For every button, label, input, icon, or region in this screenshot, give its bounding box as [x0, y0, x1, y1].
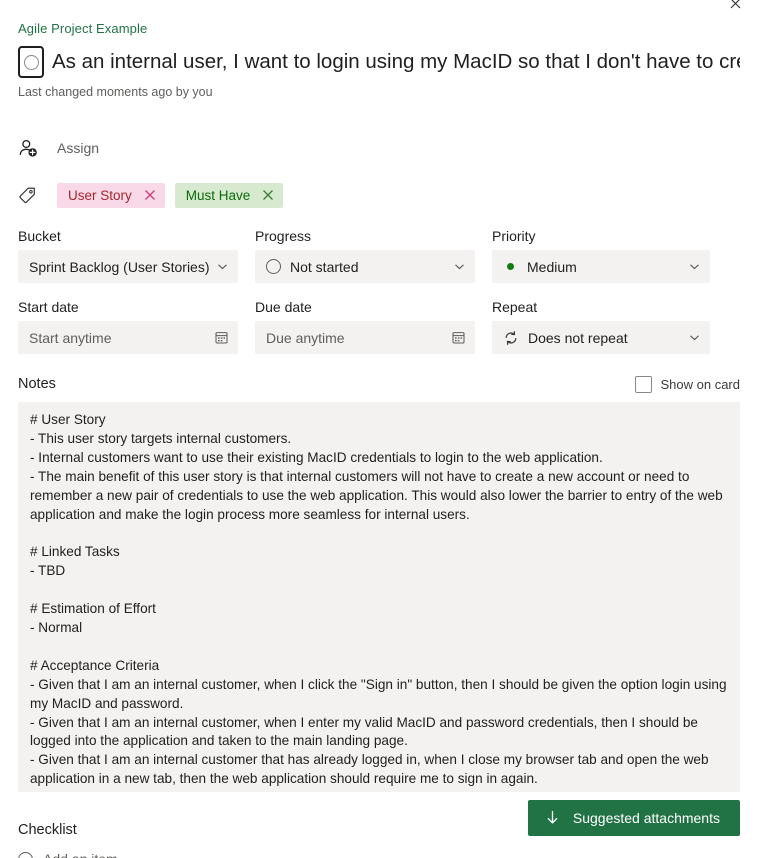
- person-add-icon: [18, 138, 48, 159]
- priority-value: Medium: [527, 258, 577, 275]
- chevron-down-icon: [453, 260, 466, 273]
- labels-row: User Story Must Have: [18, 182, 740, 208]
- notes-header: Notes Show on card: [18, 374, 740, 394]
- bucket-label: Bucket: [18, 228, 61, 244]
- start-date-input[interactable]: Start anytime: [18, 321, 238, 354]
- label-chips: User Story Must Have: [57, 182, 284, 208]
- priority-dot-icon: [503, 263, 518, 270]
- notes-textarea[interactable]: # User Story - This user story targets i…: [18, 402, 740, 792]
- chevron-down-icon: [688, 331, 701, 344]
- priority-dropdown[interactable]: Medium: [492, 250, 710, 283]
- calendar-icon[interactable]: [214, 330, 229, 345]
- last-changed-text: Last changed moments ago by you: [18, 85, 213, 99]
- bucket-value: Sprint Backlog (User Stories): [29, 258, 210, 275]
- repeat-icon: [503, 330, 519, 346]
- notes-title: Notes: [18, 376, 56, 392]
- label-chip-text: User Story: [68, 187, 132, 203]
- due-date-input[interactable]: Due anytime: [255, 321, 475, 354]
- due-date-label: Due date: [255, 299, 312, 315]
- add-item-label: Add an item: [43, 851, 118, 858]
- circle-empty-icon: [23, 54, 39, 70]
- repeat-value: Does not repeat: [528, 329, 628, 346]
- repeat-label: Repeat: [492, 299, 538, 315]
- progress-dropdown[interactable]: Not started: [255, 250, 475, 283]
- suggested-attachments-label: Suggested attachments: [572, 810, 720, 826]
- circle-empty-icon: [18, 851, 33, 858]
- download-arrow-icon: [545, 810, 560, 826]
- task-title-row: As an internal user, I want to login usi…: [18, 45, 740, 78]
- start-date-placeholder: Start anytime: [29, 329, 112, 346]
- progress-label: Progress: [255, 228, 312, 244]
- task-complete-checkbox[interactable]: [18, 46, 44, 78]
- due-date-placeholder: Due anytime: [266, 329, 345, 346]
- start-date-label: Start date: [18, 299, 79, 315]
- show-on-card-checkbox[interactable]: Show on card: [634, 375, 741, 393]
- label-chip-text: Must Have: [185, 187, 251, 203]
- suggested-attachments-button[interactable]: Suggested attachments: [527, 800, 740, 836]
- add-checklist-item-row[interactable]: Add an item: [18, 851, 740, 858]
- checkbox-square-icon: [634, 375, 652, 393]
- bucket-dropdown[interactable]: Sprint Backlog (User Stories): [18, 250, 238, 283]
- circle-empty-icon: [266, 259, 281, 274]
- task-detail-pane: Agile Project Example As an internal use…: [0, 0, 758, 858]
- task-fields-grid: Bucket Progress Priority Sprint Backlog …: [18, 228, 740, 354]
- assign-label: Assign: [57, 140, 100, 156]
- tag-icon[interactable]: [18, 186, 48, 205]
- repeat-dropdown[interactable]: Does not repeat: [492, 321, 710, 354]
- chevron-down-icon: [688, 260, 701, 273]
- label-chip-must-have[interactable]: Must Have: [174, 182, 284, 208]
- footer: Suggested attachments Checklist Add an i…: [18, 800, 740, 858]
- close-icon[interactable]: [262, 189, 274, 201]
- priority-label: Priority: [492, 228, 536, 244]
- chevron-down-icon: [216, 260, 229, 273]
- project-name[interactable]: Agile Project Example: [18, 0, 740, 37]
- show-on-card-label: Show on card: [660, 376, 741, 392]
- task-title[interactable]: As an internal user, I want to login usi…: [52, 45, 740, 77]
- assign-row[interactable]: Assign: [18, 132, 740, 164]
- label-chip-user-story[interactable]: User Story: [57, 182, 165, 208]
- close-icon[interactable]: [144, 189, 156, 201]
- calendar-icon[interactable]: [451, 330, 466, 345]
- close-icon[interactable]: [724, 0, 746, 14]
- progress-value: Not started: [290, 258, 359, 275]
